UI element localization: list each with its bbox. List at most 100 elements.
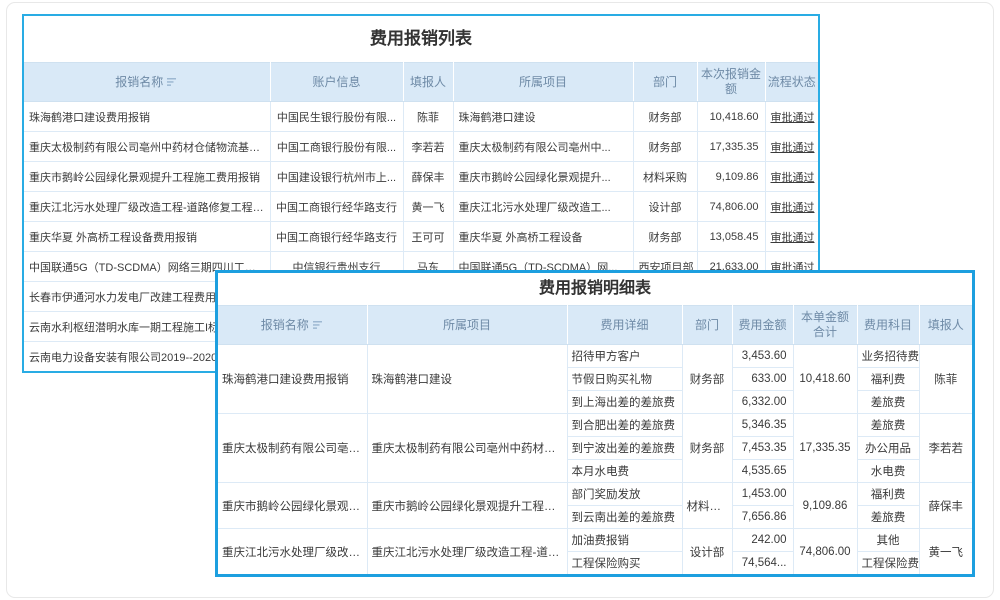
amount-cell: 10,418.60	[697, 102, 765, 132]
col-header-label: 本次报销金额	[701, 67, 761, 96]
status-link[interactable]: 审批通过	[765, 132, 818, 162]
col-header-expense-category-cell: 费用科目	[857, 306, 919, 345]
reimbursement-name-link[interactable]: 重庆江北污水处理厂级改造工程-道路修复工程费用报销	[24, 192, 270, 222]
expense-amount-cell: 1,453.00	[732, 483, 793, 506]
col-header-label: 报销名称	[115, 75, 163, 89]
expense-category-cell: 福利费	[857, 368, 919, 391]
expense-list-title: 费用报销列表	[24, 16, 818, 62]
col-header-label: 部门	[653, 75, 677, 89]
department-cell: 财务部	[633, 132, 697, 162]
col-header-status-link: 流程状态	[765, 63, 818, 102]
department-cell: 材料采购	[633, 162, 697, 192]
col-header-label: 填报人	[410, 75, 446, 89]
filler-name-link[interactable]: 陈菲	[403, 102, 453, 132]
expense-list-row: 珠海鹤港口建设费用报销中国民生银行股份有限...陈菲珠海鹤港口建设财务部10,4…	[24, 102, 818, 132]
status-link[interactable]: 审批通过	[765, 102, 818, 132]
project-name-link[interactable]: 重庆市鹅岭公园绿化景观提升...	[453, 162, 633, 192]
detail-filler-name-link[interactable]: 黄一飞	[919, 529, 972, 575]
detail-reimbursement-name-link[interactable]: 重庆江北污水处理厂级改造工程-道路修复工程费用报销	[218, 529, 367, 575]
expense-category-cell: 差旅费	[857, 506, 919, 529]
account-info-cell: 中国工商银行经华路支行	[270, 192, 403, 222]
amount-cell: 9,109.86	[697, 162, 765, 192]
expense-amount-cell: 5,346.35	[732, 414, 793, 437]
account-info-cell: 中国工商银行股份有限...	[270, 132, 403, 162]
project-name-link[interactable]: 重庆华夏 外高桥工程设备	[453, 222, 633, 252]
filler-name-link[interactable]: 李若若	[403, 132, 453, 162]
detail-reimbursement-name-link[interactable]: 珠海鹤港口建设费用报销	[218, 345, 367, 414]
project-name-link[interactable]: 珠海鹤港口建设	[453, 102, 633, 132]
order-total-cell: 9,109.86	[793, 483, 857, 529]
expense-detail-cell: 到上海出差的差旅费	[567, 391, 682, 414]
expense-detail-cell: 到合肥出差的差旅费	[567, 414, 682, 437]
col-header-label: 本单金额合计	[801, 310, 849, 339]
expense-detail-cell: 加油费报销	[567, 529, 682, 552]
col-header-account-info-cell: 账户信息	[270, 63, 403, 102]
detail-project-name-link[interactable]: 重庆江北污水处理厂级改造工程-道路修复工程	[367, 529, 567, 575]
expense-detail-cell: 部门奖励发放	[567, 483, 682, 506]
order-total-cell: 10,418.60	[793, 345, 857, 414]
expense-detail-cell: 工程保险购买	[567, 552, 682, 575]
expense-list-header-row: 报销名称 账户信息 填报人 所属项目 部门 本次报销金额流程状态	[24, 63, 818, 102]
reimbursement-name-link[interactable]: 珠海鹤港口建设费用报销	[24, 102, 270, 132]
col-header-label: 填报人	[928, 318, 964, 332]
detail-project-name-link[interactable]: 重庆市鹅岭公园绿化景观提升工程施工	[367, 483, 567, 529]
expense-detail-header-row: 报销名称 所属项目费用详细部门费用金额 本单金额合计 费用科目 填报人	[218, 306, 972, 345]
amount-cell: 74,806.00	[697, 192, 765, 222]
expense-detail-row: 珠海鹤港口建设费用报销珠海鹤港口建设招待甲方客户财务部3,453.6010,41…	[218, 345, 972, 368]
expense-list-row: 重庆江北污水处理厂级改造工程-道路修复工程费用报销中国工商银行经华路支行黄一飞重…	[24, 192, 818, 222]
expense-amount-cell: 7,656.86	[732, 506, 793, 529]
col-header-reimbursement-name-link[interactable]: 报销名称	[24, 63, 270, 102]
expense-amount-cell: 242.00	[732, 529, 793, 552]
col-header-detail-department-cell: 部门	[682, 306, 732, 345]
col-header-label: 费用科目	[864, 318, 912, 332]
col-header-label: 费用金额	[738, 318, 786, 332]
col-header-project-name-link: 所属项目	[453, 63, 633, 102]
detail-project-name-link[interactable]: 重庆太极制药有限公司亳州中药材仓储物流基地	[367, 414, 567, 483]
detail-department-cell: 财务部	[682, 345, 732, 414]
col-header-label: 流程状态	[768, 75, 816, 89]
status-link[interactable]: 审批通过	[765, 222, 818, 252]
expense-detail-cell: 到云南出差的差旅费	[567, 506, 682, 529]
col-header-label: 账户信息	[312, 75, 360, 89]
col-header-expense-amount-cell: 费用金额	[732, 306, 793, 345]
col-header-filler-name-link: 填报人	[403, 63, 453, 102]
filler-name-link[interactable]: 王可可	[403, 222, 453, 252]
expense-detail-row: 重庆市鹅岭公园绿化景观提升工程施工费用报销重庆市鹅岭公园绿化景观提升工程施工部门…	[218, 483, 972, 506]
account-info-cell: 中国民生银行股份有限...	[270, 102, 403, 132]
reimbursement-name-link[interactable]: 重庆华夏 外高桥工程设备费用报销	[24, 222, 270, 252]
col-header-department-cell: 部门	[633, 63, 697, 102]
detail-filler-name-link[interactable]: 陈菲	[919, 345, 972, 414]
col-header-detail-reimbursement-name-link[interactable]: 报销名称	[218, 306, 367, 345]
col-header-expense-detail-cell: 费用详细	[567, 306, 682, 345]
col-header-detail-project-name-link: 所属项目	[367, 306, 567, 345]
filler-name-link[interactable]: 薛保丰	[403, 162, 453, 192]
filler-name-link[interactable]: 黄一飞	[403, 192, 453, 222]
detail-reimbursement-name-link[interactable]: 重庆太极制药有限公司亳州中药材仓储物流基地项目费用报销	[218, 414, 367, 483]
reimbursement-name-link[interactable]: 重庆市鹅岭公园绿化景观提升工程施工费用报销	[24, 162, 270, 192]
expense-detail-table: 报销名称 所属项目费用详细部门费用金额 本单金额合计 费用科目 填报人 珠海鹤港口建设费…	[218, 305, 972, 574]
expense-category-cell: 水电费	[857, 460, 919, 483]
detail-department-cell: 设计部	[682, 529, 732, 575]
detail-filler-name-link[interactable]: 薛保丰	[919, 483, 972, 529]
expense-amount-cell: 6,332.00	[732, 391, 793, 414]
detail-reimbursement-name-link[interactable]: 重庆市鹅岭公园绿化景观提升工程施工费用报销	[218, 483, 367, 529]
expense-category-cell: 工程保险费	[857, 552, 919, 575]
expense-category-cell: 业务招待费	[857, 345, 919, 368]
col-header-label: 报销名称	[261, 318, 309, 332]
project-name-link[interactable]: 重庆太极制药有限公司亳州中...	[453, 132, 633, 162]
project-name-link[interactable]: 重庆江北污水处理厂级改造工...	[453, 192, 633, 222]
detail-filler-name-link[interactable]: 李若若	[919, 414, 972, 483]
expense-category-cell: 办公用品	[857, 437, 919, 460]
department-cell: 财务部	[633, 222, 697, 252]
col-header-label: 所属项目	[519, 75, 567, 89]
expense-detail-cell: 到宁波出差的差旅费	[567, 437, 682, 460]
sort-icon	[313, 320, 324, 330]
reimbursement-name-link[interactable]: 重庆太极制药有限公司亳州中药材仓储物流基地项目费用报销	[24, 132, 270, 162]
expense-category-cell: 福利费	[857, 483, 919, 506]
detail-department-cell: 材料采购	[682, 483, 732, 529]
status-link[interactable]: 审批通过	[765, 162, 818, 192]
expense-amount-cell: 633.00	[732, 368, 793, 391]
status-link[interactable]: 审批通过	[765, 192, 818, 222]
expense-category-cell: 差旅费	[857, 391, 919, 414]
detail-project-name-link[interactable]: 珠海鹤港口建设	[367, 345, 567, 414]
